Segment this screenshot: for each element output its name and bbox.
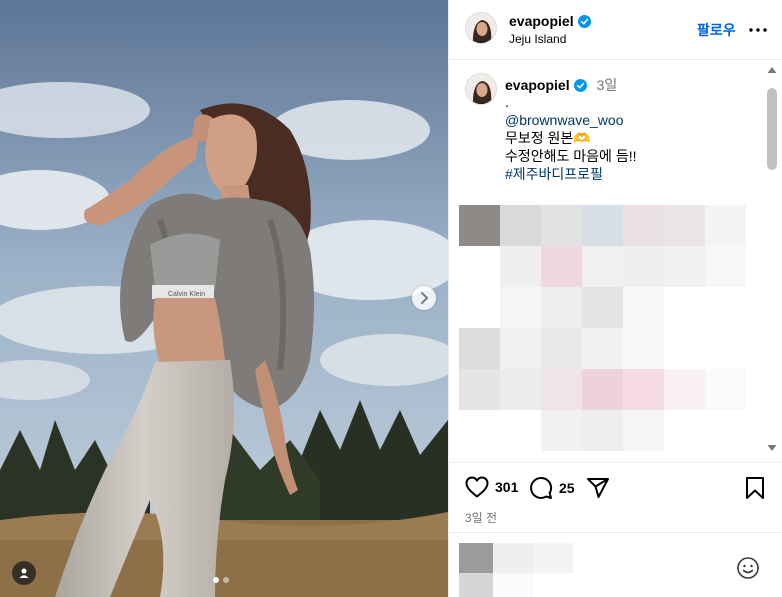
post-header: evapopiel Jeju Island 팔로우 [449, 0, 782, 60]
caption-header: evapopiel 3일 [505, 75, 617, 95]
follow-button[interactable]: 팔로우 [697, 20, 736, 40]
instagram-post-dialog: Calvin Klein evapopiel Jeju Island 팔로우 e… [0, 0, 782, 597]
more-horizontal-icon [749, 28, 767, 32]
caption-line: . [505, 94, 509, 110]
post-details-panel: evapopiel Jeju Island 팔로우 evapopiel 3일 .… [448, 0, 782, 597]
divider [449, 532, 782, 533]
carousel-dot-active [213, 577, 219, 583]
divider [449, 462, 782, 463]
post-photo: Calvin Klein [0, 0, 448, 597]
pixelated-content [459, 205, 755, 451]
comments-section: evapopiel 3일 . @brownwave_woo 무보정 원본🫶 수정… [449, 61, 767, 461]
emoji-smile-icon [737, 557, 759, 579]
person-icon [19, 568, 29, 578]
bookmark-icon [746, 477, 764, 499]
action-bar: 301 25 [449, 470, 782, 510]
emoji-picker-button[interactable] [736, 556, 760, 580]
chevron-right-icon [421, 292, 428, 304]
paper-plane-icon [587, 478, 609, 498]
username-text[interactable]: evapopiel [509, 13, 574, 29]
heart-icon [465, 476, 489, 498]
more-options-button[interactable] [746, 18, 770, 42]
post-location[interactable]: Jeju Island [509, 32, 566, 46]
caption-line: 무보정 원본🫶 [505, 130, 591, 146]
hashtag-link[interactable]: #제주바디프로필 [505, 165, 636, 183]
carousel-next-button[interactable] [412, 286, 436, 310]
caption-avatar[interactable] [465, 73, 497, 105]
scrollbar-thumb[interactable] [767, 88, 777, 170]
comment-icon [530, 477, 553, 499]
verified-badge-icon [573, 78, 587, 92]
comment-button[interactable]: 25 [529, 476, 575, 500]
svg-text:Calvin Klein: Calvin Klein [168, 291, 205, 298]
post-media: Calvin Klein [0, 0, 448, 597]
comments-scrollbar[interactable] [765, 66, 779, 456]
post-date[interactable]: 3일 전 [465, 509, 497, 526]
tagged-users-button[interactable] [12, 561, 36, 585]
scroll-up-arrow-icon[interactable] [767, 66, 777, 74]
caption-username[interactable]: evapopiel [505, 77, 570, 93]
like-count[interactable]: 301 [495, 479, 518, 495]
verified-badge-icon [577, 14, 591, 28]
caption-line: 수정안해도 마음에 듬!! [505, 148, 637, 164]
share-button[interactable] [586, 476, 610, 500]
avatar-image [466, 74, 496, 104]
carousel-dot [223, 577, 229, 583]
author-username[interactable]: evapopiel [509, 13, 591, 29]
avatar-image [466, 13, 496, 43]
mention-link[interactable]: @brownwave_woo [505, 111, 636, 129]
save-button[interactable] [745, 476, 765, 500]
caption-timestamp[interactable]: 3일 [597, 75, 618, 95]
scroll-down-arrow-icon[interactable] [767, 444, 777, 452]
like-button[interactable]: 301 [465, 476, 518, 498]
comment-composer-pixelated[interactable] [459, 543, 579, 597]
carousel-indicator [213, 577, 229, 583]
avatar[interactable] [465, 12, 497, 44]
caption-text: . @brownwave_woo 무보정 원본🫶 수정안해도 마음에 듬!! #… [505, 93, 636, 183]
comment-count[interactable]: 25 [559, 480, 575, 496]
